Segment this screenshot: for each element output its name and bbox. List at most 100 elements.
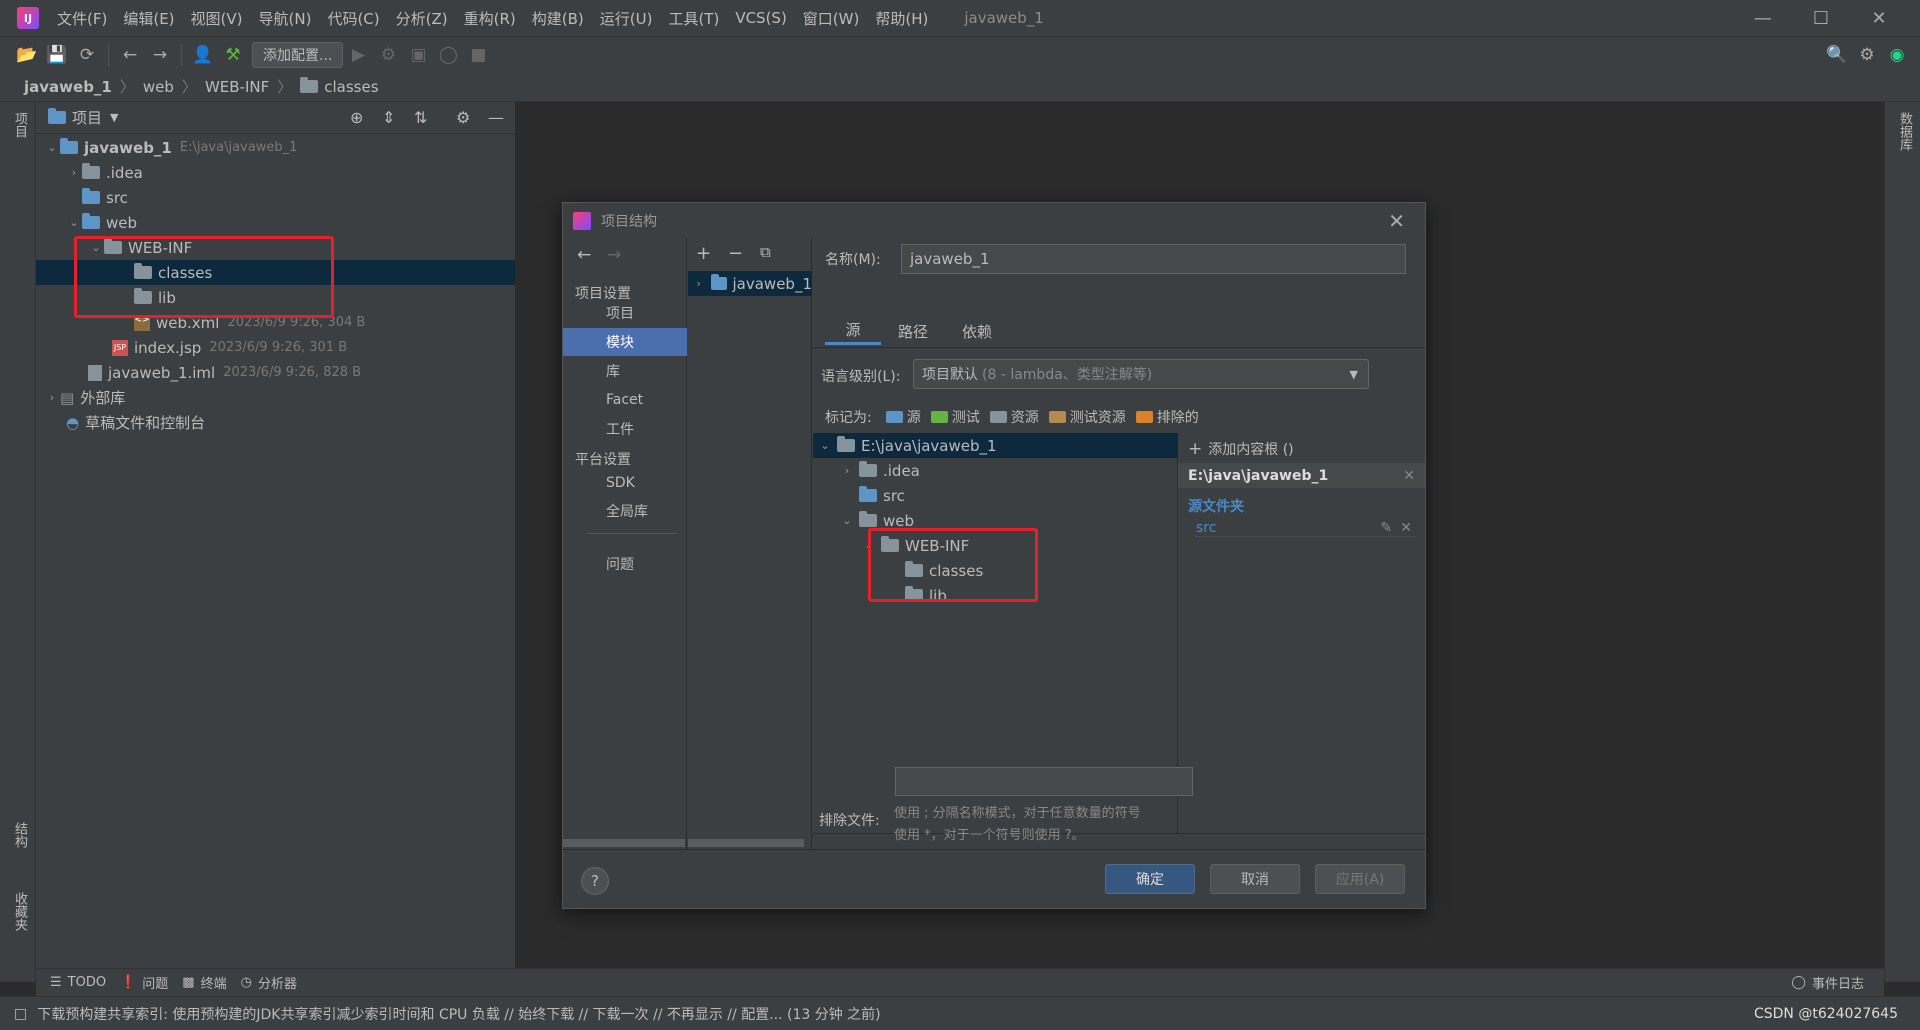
menu-refactor[interactable]: 重构(R): [456, 8, 524, 29]
apply-button[interactable]: 应用(A): [1315, 864, 1405, 894]
content-root-header[interactable]: E:\java\javaweb_1 ✕: [1178, 463, 1425, 488]
chevron-down-icon[interactable]: ⌄: [839, 514, 855, 527]
tree-item-web[interactable]: ⌄ web: [36, 210, 515, 235]
search-icon[interactable]: 🔍: [1822, 40, 1852, 70]
nav-item-facets[interactable]: Facet: [563, 386, 687, 414]
tree-item-scratches[interactable]: ◓ 草稿文件和控制台: [36, 410, 515, 435]
build-hammer-icon[interactable]: ⚒: [218, 40, 248, 70]
menu-build[interactable]: 构建(B): [524, 8, 592, 29]
chevron-right-icon[interactable]: ›: [692, 277, 705, 290]
tree-item-root[interactable]: ⌄ javaweb_1 E:\java\javaweb_1: [36, 135, 515, 160]
breadcrumb-webinf[interactable]: WEB-INF: [205, 78, 269, 96]
status-toggle-icon[interactable]: □: [14, 1006, 27, 1022]
problems-tab[interactable]: 问题: [142, 973, 168, 992]
menu-window[interactable]: 窗口(W): [795, 8, 868, 29]
close-icon[interactable]: ✕: [1403, 468, 1415, 484]
run-icon[interactable]: ▶: [343, 40, 373, 70]
database-tool-tab[interactable]: 数据库: [1895, 112, 1914, 151]
mark-tests-button[interactable]: 测试: [930, 407, 980, 427]
nav-item-problems[interactable]: 问题: [563, 550, 687, 578]
nav-item-global-libs[interactable]: 全局库: [563, 497, 687, 525]
locate-icon[interactable]: ⊕: [350, 108, 363, 127]
breadcrumb-classes[interactable]: classes: [324, 78, 378, 96]
terminal-tab[interactable]: 终端: [201, 973, 227, 992]
favorites-tool-tab[interactable]: 收藏夹: [10, 892, 29, 931]
content-root-item[interactable]: ⌄ E:\java\javaweb_1: [813, 433, 1178, 458]
nav-item-artifacts[interactable]: 工件: [563, 415, 687, 443]
breadcrumb-web[interactable]: web: [143, 78, 174, 96]
language-level-select[interactable]: 项目默认 (8 - lambda、类型注解等) ▼: [913, 359, 1369, 389]
menu-analyze[interactable]: 分析(Z): [388, 8, 456, 29]
help-button[interactable]: ?: [581, 867, 609, 895]
structure-tool-tab[interactable]: 结构: [10, 822, 29, 848]
hide-icon[interactable]: —: [488, 108, 504, 127]
stop-icon[interactable]: ■: [463, 40, 493, 70]
menu-vcs[interactable]: VCS(S): [727, 9, 794, 27]
add-configuration-button[interactable]: 添加配置...: [252, 41, 344, 68]
event-log-tab[interactable]: 事件日志: [1812, 973, 1864, 992]
menu-code[interactable]: 代码(C): [319, 8, 387, 29]
menu-view[interactable]: 视图(V): [183, 8, 251, 29]
menu-help[interactable]: 帮助(H): [867, 8, 936, 29]
forward-icon[interactable]: →: [145, 40, 175, 70]
ok-button[interactable]: 确定: [1105, 864, 1195, 894]
edit-pencil-icon[interactable]: ✎: [1380, 520, 1392, 536]
mark-resources-button[interactable]: 资源: [989, 407, 1039, 427]
tree-item-idea[interactable]: › .idea: [36, 160, 515, 185]
coverage-icon[interactable]: ▣: [403, 40, 433, 70]
gear-icon[interactable]: ⚙: [456, 108, 470, 127]
collapse-all-icon[interactable]: ⇅: [414, 108, 427, 127]
close-window-icon[interactable]: ✕: [1850, 0, 1908, 36]
minimize-icon[interactable]: —: [1734, 0, 1792, 36]
plugin-logo-icon[interactable]: ◉: [1882, 40, 1912, 70]
todo-tab[interactable]: TODO: [68, 975, 106, 990]
chevron-down-icon[interactable]: ⌄: [44, 141, 60, 154]
scrollbar[interactable]: [688, 839, 804, 847]
menu-run[interactable]: 运行(U): [592, 8, 661, 29]
tab-sources[interactable]: 源: [825, 317, 881, 345]
menu-tools[interactable]: 工具(T): [660, 8, 727, 29]
mark-sources-button[interactable]: 源: [885, 407, 921, 427]
breadcrumb-project[interactable]: javaweb_1: [24, 78, 112, 96]
add-content-root-button[interactable]: + 添加内容根 (): [1188, 439, 1294, 459]
tab-paths[interactable]: 路径: [881, 317, 945, 345]
chevron-right-icon[interactable]: ›: [66, 166, 82, 179]
close-icon[interactable]: ✕: [1400, 520, 1412, 536]
chevron-down-icon[interactable]: ⌄: [66, 216, 82, 229]
mark-excluded-button[interactable]: 排除的: [1135, 407, 1199, 427]
tree-item-src[interactable]: src: [36, 185, 515, 210]
nav-item-sdk[interactable]: SDK: [563, 469, 687, 497]
module-item[interactable]: › javaweb_1: [688, 271, 812, 296]
nav-item-libraries[interactable]: 库: [563, 357, 687, 385]
exclude-files-input[interactable]: [895, 767, 1193, 796]
profiler-tab[interactable]: 分析器: [258, 973, 297, 992]
chevron-down-icon[interactable]: ▼: [110, 111, 118, 124]
chevron-right-icon[interactable]: ›: [44, 391, 60, 404]
content-item-idea[interactable]: › .idea: [813, 458, 1178, 483]
tab-dependencies[interactable]: 依赖: [945, 317, 1009, 345]
settings-gear-icon[interactable]: ⚙: [1852, 40, 1882, 70]
expand-all-icon[interactable]: ⇕: [382, 108, 395, 127]
content-item-src[interactable]: src: [813, 483, 1178, 508]
menu-navigate[interactable]: 导航(N): [251, 8, 320, 29]
project-view-selector[interactable]: 项目: [72, 107, 102, 128]
maximize-icon[interactable]: ☐: [1792, 0, 1850, 36]
forward-icon[interactable]: →: [607, 245, 621, 265]
tree-item-iml[interactable]: javaweb_1.iml 2023/6/9 9:26, 828 B: [36, 360, 515, 385]
nav-item-project[interactable]: 项目: [563, 299, 687, 327]
debug-icon[interactable]: ⚙: [373, 40, 403, 70]
sync-icon[interactable]: ⟳: [72, 40, 102, 70]
save-icon[interactable]: 💾: [42, 40, 72, 70]
back-icon[interactable]: ←: [115, 40, 145, 70]
project-tool-tab[interactable]: 项目: [10, 112, 29, 138]
menu-edit[interactable]: 编辑(E): [115, 8, 182, 29]
source-folder-item[interactable]: src ✎ ✕: [1196, 520, 1416, 537]
add-icon[interactable]: +: [696, 243, 711, 264]
tree-item-external-libs[interactable]: › ▤ 外部库: [36, 385, 515, 410]
remove-icon[interactable]: −: [728, 243, 743, 264]
mark-test-resources-button[interactable]: 测试资源: [1048, 407, 1126, 427]
menu-file[interactable]: 文件(F): [49, 8, 115, 29]
nav-item-modules[interactable]: 模块: [563, 328, 687, 356]
profile-icon[interactable]: ◯: [433, 40, 463, 70]
chevron-right-icon[interactable]: ›: [839, 464, 855, 477]
